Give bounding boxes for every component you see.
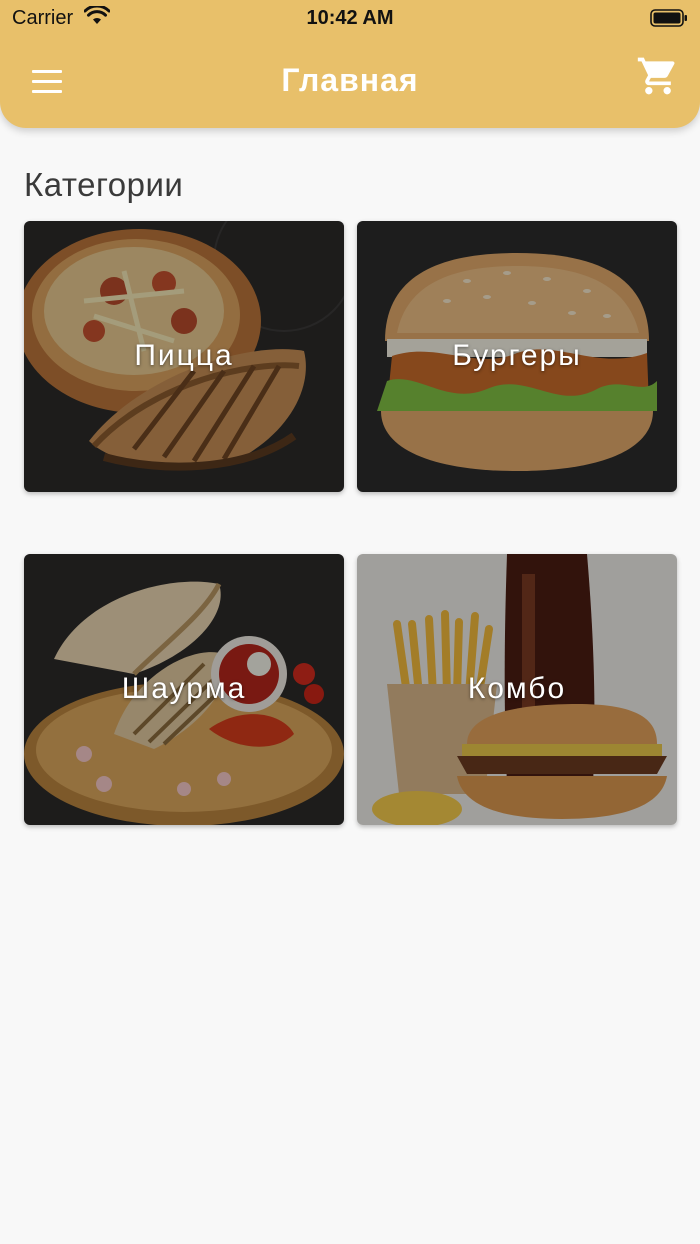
section-title: Категории: [24, 166, 184, 203]
cart-button[interactable]: [636, 54, 680, 98]
battery-icon: [650, 9, 687, 27]
page-title: Главная: [281, 62, 419, 98]
category-label: Комбо: [467, 672, 567, 705]
category-card-pizza[interactable]: Пицца: [24, 221, 344, 492]
category-label: Шаурма: [121, 672, 247, 705]
status-time: 10:42 AM: [306, 7, 394, 29]
category-card-combo[interactable]: Комбо: [357, 554, 677, 825]
cart-icon: [637, 57, 675, 95]
app-bar: Carrier 10:42 AM Главная: [0, 0, 700, 128]
status-bar: Carrier 10:42 AM: [0, 0, 700, 36]
category-card-shawarma[interactable]: Шаурма: [24, 554, 344, 825]
category-label: Бургеры: [452, 339, 582, 372]
category-card-burgers[interactable]: Бургеры: [357, 221, 677, 492]
category-label: Пицца: [134, 339, 234, 372]
